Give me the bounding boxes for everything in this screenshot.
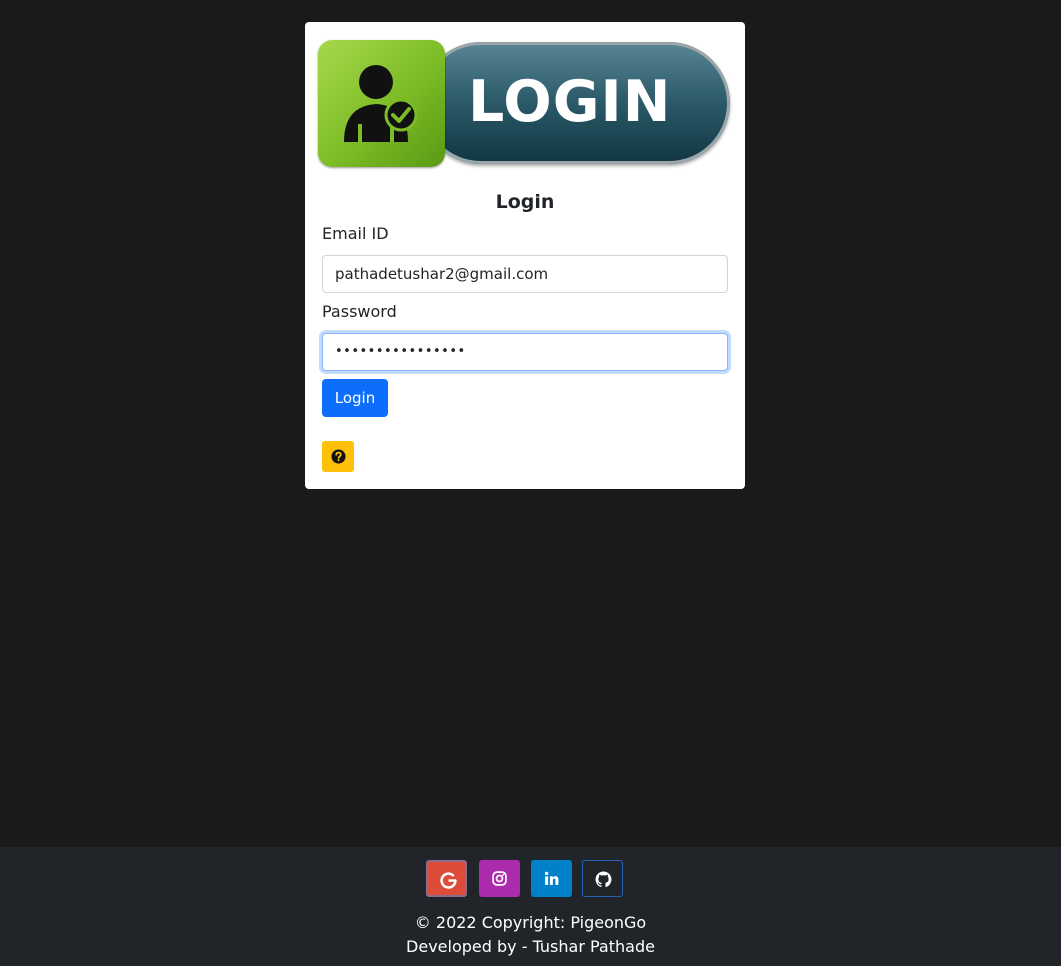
github-icon — [595, 871, 612, 888]
email-input[interactable]: pathadetushar2@gmail.com — [322, 255, 728, 293]
login-title: Login — [495, 191, 555, 213]
footer: © 2022 Copyright: PigeonGo Developed by … — [0, 847, 1061, 966]
google-icon — [440, 872, 457, 889]
linkedin-link-button[interactable] — [531, 860, 572, 897]
banner-icon-square — [318, 40, 445, 167]
login-banner-image: LOGIN — [318, 38, 731, 168]
login-card: LOGIN Login Email ID pathadetushar2@gmai… — [305, 22, 745, 489]
user-check-icon — [344, 65, 418, 142]
question-circle-icon — [331, 449, 346, 464]
password-input[interactable]: •••••••••••••••• — [322, 333, 728, 371]
google-link-button[interactable] — [426, 860, 467, 897]
banner-text: LOGIN — [468, 69, 672, 135]
email-label: Email ID — [322, 224, 389, 243]
instagram-link-button[interactable] — [479, 860, 520, 897]
login-button[interactable]: Login — [322, 379, 388, 417]
instagram-icon — [492, 871, 507, 886]
linkedin-icon — [544, 871, 559, 885]
github-link-button[interactable] — [582, 860, 623, 897]
developer-credit: Developed by - Tushar Pathade — [406, 937, 655, 956]
help-button[interactable] — [322, 441, 354, 472]
password-label: Password — [322, 302, 397, 321]
copyright-text: © 2022 Copyright: PigeonGo — [414, 913, 647, 932]
page: LOGIN Login Email ID pathadetushar2@gmai… — [0, 0, 1061, 966]
